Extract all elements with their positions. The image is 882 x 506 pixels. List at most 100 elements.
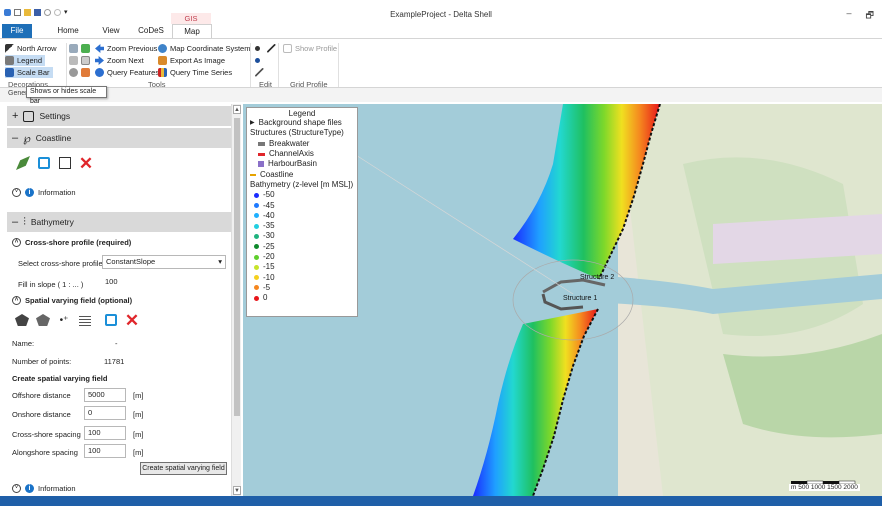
info-icon: [95, 68, 104, 77]
expand-icon: +: [12, 110, 19, 122]
scroll-up-icon[interactable]: ▲: [233, 105, 241, 114]
level-label: -40: [263, 210, 275, 220]
tab-codes[interactable]: CoDeS: [134, 24, 168, 38]
map-coordinate-system-button[interactable]: Map Coordinate System: [158, 43, 250, 54]
map-legend: Legend ▶ Background shape files Structure…: [246, 107, 358, 317]
bathymetry-south: [473, 309, 598, 496]
legend-level-item: -25: [250, 242, 354, 252]
fill-slope-input[interactable]: 100: [102, 276, 152, 290]
delete-x-icon: ✕: [124, 310, 140, 330]
draw-coastline-button[interactable]: [14, 154, 32, 172]
legend-level-item: -15: [250, 262, 354, 272]
legend-level-item: -30: [250, 231, 354, 241]
cross-shore-header[interactable]: ˄ Cross-shore profile (required): [12, 238, 131, 247]
cross-spacing-label: Cross-shore spacing: [12, 430, 81, 439]
edit-line-button[interactable]: [267, 43, 276, 54]
profile-select[interactable]: ConstantSlope ▾: [102, 255, 226, 269]
onshore-input[interactable]: 0: [84, 406, 126, 420]
scale-bar-tooltip: Shows or hides scale bar: [26, 86, 107, 105]
query-time-series-button[interactable]: Query Time Series: [158, 67, 232, 78]
zoom-extent-icon: [81, 44, 90, 53]
harbour-basin-icon: [258, 161, 264, 168]
zoom-next-button[interactable]: Zoom Next: [95, 55, 144, 66]
legend-channel-axis: ChannelAxis: [250, 149, 354, 159]
scroll-down-icon[interactable]: ▼: [233, 486, 241, 495]
ribbon-separator: [338, 43, 339, 87]
offshore-input[interactable]: 5000: [84, 388, 126, 402]
settings-tool-button[interactable]: [69, 67, 78, 78]
show-profile-button[interactable]: Show Profile: [283, 43, 337, 54]
export-as-image-button[interactable]: Export As Image: [158, 55, 225, 66]
zoom-extent-button[interactable]: [81, 43, 90, 54]
grid-button[interactable]: [76, 311, 94, 329]
unit-label: [m]: [133, 391, 144, 400]
polygon-edit-button[interactable]: [34, 311, 52, 329]
settings-icon: [23, 110, 35, 122]
delete-coastline-button[interactable]: ✕: [77, 154, 95, 172]
spatial-field-header[interactable]: ˄ Spatial varying field (optional): [12, 296, 132, 305]
add-points-icon: •⁺: [59, 314, 69, 326]
restore-button[interactable]: 🗗: [866, 8, 874, 24]
unit-label: [m]: [133, 410, 144, 419]
select-tool-button[interactable]: [69, 43, 78, 54]
bathymetry-information[interactable]: ˅ i Information: [12, 484, 76, 493]
coastline-information[interactable]: ˅ i Information: [12, 188, 76, 197]
north-arrow-button[interactable]: North Arrow: [5, 43, 57, 54]
level-label: -20: [263, 252, 275, 261]
tab-view[interactable]: View: [94, 24, 128, 38]
measure-icon: [81, 68, 90, 77]
along-spacing-input[interactable]: 100: [84, 444, 126, 458]
edit-field-button[interactable]: [102, 311, 120, 329]
level-dot-icon: [254, 275, 259, 281]
pan-tool-button[interactable]: [69, 55, 78, 66]
zoom-box-icon: [81, 56, 90, 65]
properties-panel: + Settings – ℘ Coastline ✕ ˅ i Informati…: [7, 104, 231, 496]
scrollbar-thumb[interactable]: [234, 118, 240, 416]
level-label: -15: [263, 262, 275, 272]
level-dot-icon: [254, 264, 259, 270]
zoom-previous-button[interactable]: Zoom Previous: [95, 43, 157, 54]
delete-field-button[interactable]: ✕: [123, 311, 141, 329]
title-bar: ▾ GIS ExampleProject - Delta Shell – 🗗: [0, 0, 882, 24]
info-icon: i: [25, 188, 34, 197]
status-bar: [0, 496, 882, 506]
import-coastline-button[interactable]: [56, 154, 74, 172]
delete-x-icon: ✕: [78, 153, 94, 173]
cross-spacing-input[interactable]: 100: [84, 426, 126, 440]
edit-delete-button[interactable]: [255, 67, 264, 78]
bathymetry-section-header[interactable]: – ⫶ Bathymetry: [7, 212, 231, 232]
chevron-up-icon: ˄: [12, 296, 21, 305]
bathymetry-icon: ⫶: [23, 215, 26, 228]
measure-tool-button[interactable]: [81, 67, 90, 78]
panel-tab-strip: General info: [0, 88, 882, 102]
tab-map[interactable]: Map: [172, 24, 212, 38]
tab-file[interactable]: File: [2, 24, 32, 38]
fill-slope-label: Fill in slope ( 1 : ... ): [18, 280, 84, 289]
edit-add-point-button[interactable]: [255, 43, 260, 54]
channel-axis-icon: [258, 152, 265, 156]
polygon-tool-button[interactable]: [13, 311, 31, 329]
level-dot-icon: [254, 254, 259, 260]
chevron-down-icon: ˅: [12, 188, 21, 197]
legend-coastline: Coastline: [250, 169, 354, 179]
legend-level-item: -5: [250, 283, 354, 293]
onshore-label: Onshore distance: [12, 410, 71, 419]
query-features-button[interactable]: Query Features: [95, 67, 159, 78]
legend-button[interactable]: Legend: [5, 55, 46, 66]
create-field-button[interactable]: Create spatial varying field: [140, 462, 227, 475]
tab-home[interactable]: Home: [52, 24, 84, 38]
coastline-section-header[interactable]: – ℘ Coastline: [7, 128, 231, 148]
scale-bar-button[interactable]: Scale Bar: [5, 67, 53, 78]
unit-label: [m]: [133, 448, 144, 457]
settings-section-header[interactable]: + Settings: [7, 106, 231, 126]
ribbon-separator: [278, 43, 279, 87]
ribbon-separator: [66, 43, 67, 87]
add-points-button[interactable]: •⁺: [55, 311, 73, 329]
panel-scrollbar[interactable]: ▲ ▼: [231, 104, 241, 496]
level-dot-icon: [254, 213, 259, 219]
zoom-box-button[interactable]: [81, 55, 90, 66]
minimize-button[interactable]: –: [847, 8, 852, 24]
chevron-up-icon: ˄: [12, 238, 21, 247]
edit-move-button[interactable]: [255, 55, 260, 66]
edit-coastline-button[interactable]: [35, 154, 53, 172]
